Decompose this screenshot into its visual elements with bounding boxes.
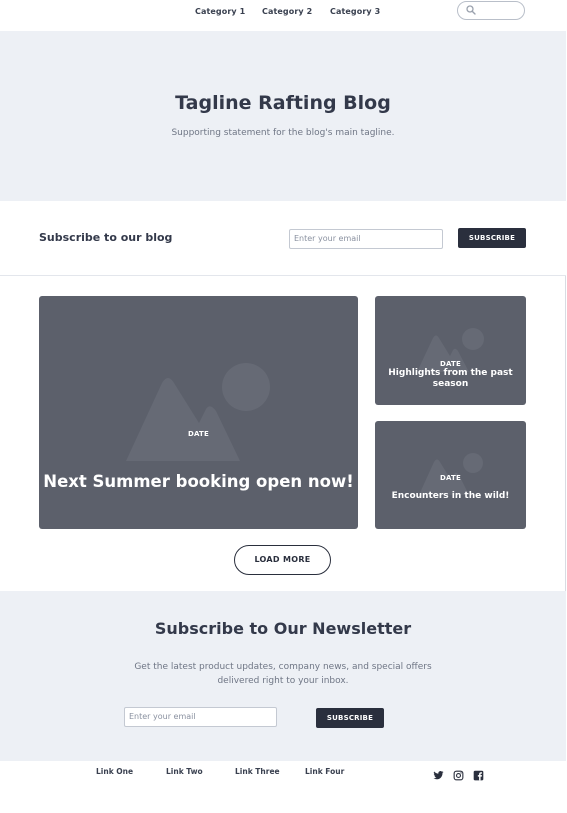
page: Category 1 Category 2 Category 3 Tagline… bbox=[0, 0, 566, 812]
nav-link-category-2[interactable]: Category 2 bbox=[262, 7, 312, 16]
nav-link-category-3[interactable]: Category 3 bbox=[330, 7, 380, 16]
post-date: DATE bbox=[439, 474, 462, 482]
post-card-featured[interactable]: DATE Next Summer booking open now! bbox=[39, 296, 358, 529]
nav-link-category-1[interactable]: Category 1 bbox=[195, 7, 245, 16]
instagram-icon[interactable] bbox=[453, 770, 464, 781]
blog-subscribe-bar: Subscribe to our blog Enter your email S… bbox=[0, 201, 566, 276]
post-title: Highlights from the past season bbox=[388, 368, 513, 389]
hero-subtitle: Supporting statement for the blog's main… bbox=[171, 128, 395, 138]
newsletter-email-field[interactable]: Enter your email bbox=[124, 707, 277, 727]
load-more-button[interactable]: LOAD MORE bbox=[234, 545, 331, 575]
blog-email-field[interactable]: Enter your email bbox=[289, 229, 443, 249]
post-title: Encounters in the wild! bbox=[391, 491, 510, 501]
newsletter-text-line-1: Get the latest product updates, company … bbox=[134, 662, 432, 672]
footer-link-one[interactable]: Link One bbox=[96, 767, 133, 776]
newsletter-title: Subscribe to Our Newsletter bbox=[154, 619, 412, 638]
search-input[interactable] bbox=[457, 1, 525, 20]
post-title: Next Summer booking open now! bbox=[43, 472, 354, 491]
post-card-encounters[interactable]: DATE Encounters in the wild! bbox=[375, 421, 526, 529]
image-placeholder-icon bbox=[126, 363, 270, 461]
footer-link-two[interactable]: Link Two bbox=[166, 767, 203, 776]
facebook-icon[interactable] bbox=[473, 770, 484, 781]
newsletter-subscribe-button[interactable]: SUBSCRIBE bbox=[316, 708, 384, 728]
post-date: DATE bbox=[187, 430, 210, 438]
post-date: DATE bbox=[439, 360, 462, 368]
newsletter-description: Get the latest product updates, company … bbox=[0, 660, 566, 688]
footer-link-three[interactable]: Link Three bbox=[235, 767, 280, 776]
blog-subscribe-button[interactable]: SUBSCRIBE bbox=[458, 228, 526, 248]
hero-title: Tagline Rafting Blog bbox=[175, 92, 391, 114]
blog-subscribe-title: Subscribe to our blog bbox=[39, 231, 173, 244]
top-nav: Category 1 Category 2 Category 3 bbox=[0, 0, 566, 31]
hero-section: Tagline Rafting Blog Supporting statemen… bbox=[0, 31, 566, 201]
twitter-icon[interactable] bbox=[433, 770, 444, 781]
post-card-highlights[interactable]: DATE Highlights from the past season bbox=[375, 296, 526, 405]
search-icon bbox=[466, 5, 476, 15]
footer-link-four[interactable]: Link Four bbox=[305, 767, 344, 776]
newsletter-text-line-2: delivered right to your inbox. bbox=[217, 676, 349, 686]
newsletter-section: Subscribe to Our Newsletter Get the late… bbox=[0, 591, 566, 761]
footer: Link One Link Two Link Three Link Four bbox=[0, 761, 566, 812]
